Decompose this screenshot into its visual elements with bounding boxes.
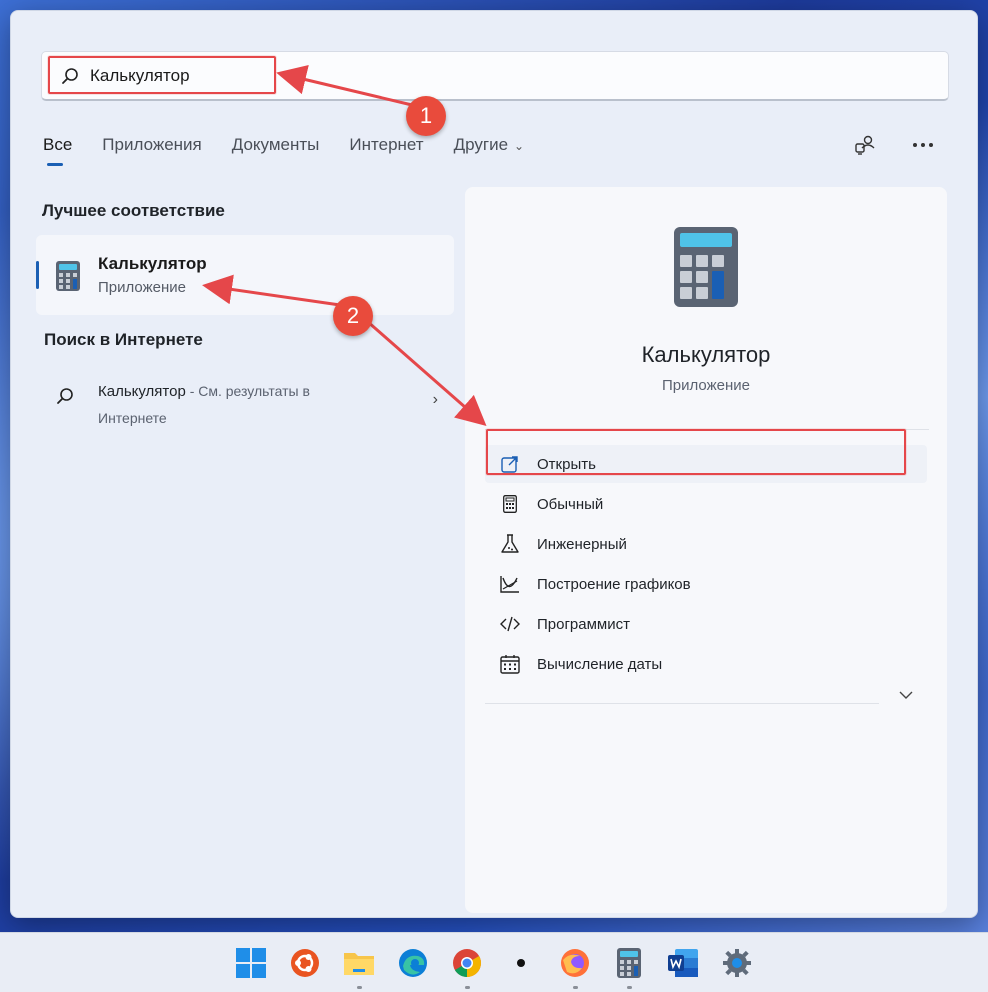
action-programmer[interactable]: Программист (485, 605, 927, 643)
action-label: Вычисление даты (537, 655, 663, 673)
divider (485, 703, 879, 704)
result-type: Приложение (98, 279, 186, 296)
tab-internet[interactable]: Интернет (349, 135, 423, 165)
chevron-right-icon: › (432, 391, 438, 408)
code-icon (499, 613, 521, 635)
tab-label: Другие (453, 135, 509, 154)
windows-start-icon[interactable] (224, 935, 278, 991)
best-match-result[interactable]: Калькулятор Приложение (36, 235, 454, 315)
firefox-icon[interactable] (548, 935, 602, 991)
search-window: Калькулятор Все Приложения Документы Инт… (10, 10, 978, 918)
action-label: Инженерный (537, 535, 627, 553)
web-search-heading: Поиск в Интернете (44, 330, 203, 349)
annotation-box-search (48, 56, 276, 94)
detail-title: Калькулятор (641, 342, 771, 367)
chevron-down-icon: ⌄ (514, 139, 525, 153)
tab-label: Все (43, 135, 73, 154)
settings-icon[interactable] (710, 935, 764, 991)
account-switch-button[interactable] (851, 131, 879, 159)
edge-icon[interactable] (386, 935, 440, 991)
action-label: Построение графиков (537, 575, 691, 593)
action-label: Обычный (537, 495, 604, 513)
web-suffix-line2: Интернете (98, 410, 167, 426)
result-name: Калькулятор (98, 254, 207, 273)
tab-apps[interactable]: Приложения (102, 135, 201, 165)
running-indicator (464, 985, 470, 989)
detail-subtitle: Приложение (662, 377, 750, 394)
tab-documents[interactable]: Документы (232, 135, 320, 165)
ubuntu-icon[interactable] (278, 935, 332, 991)
flask-icon (499, 533, 521, 555)
web-search-result[interactable]: Калькулятор - См. результаты в Интернете… (36, 363, 454, 426)
running-indicator (572, 985, 578, 989)
action-label: Программист (537, 615, 630, 633)
web-query: Калькулятор (98, 383, 186, 400)
action-standard[interactable]: Обычный (485, 485, 927, 523)
calendar-icon (499, 653, 521, 675)
file-explorer-icon[interactable] (332, 935, 386, 991)
taskbar (0, 932, 988, 992)
chrome-icon[interactable] (440, 935, 494, 991)
tab-label: Интернет (349, 135, 424, 154)
calculator-icon (499, 493, 521, 515)
word-icon[interactable] (656, 935, 710, 991)
web-suffix: - См. результаты в (185, 383, 310, 399)
ellipsis-icon (913, 143, 933, 147)
web-result-text: Калькулятор - См. результаты в Интернете (98, 378, 368, 432)
selection-indicator (36, 261, 39, 289)
best-match-heading: Лучшее соответствие (42, 201, 225, 220)
top-actions (851, 131, 937, 159)
search-icon (56, 387, 74, 410)
dot-app-icon[interactable] (494, 935, 548, 991)
people-icon (855, 135, 875, 155)
action-scientific[interactable]: Инженерный (485, 525, 927, 563)
calculator-large-icon (674, 227, 738, 312)
annotation-box-open (486, 429, 906, 475)
graph-icon (499, 573, 521, 595)
tab-other[interactable]: Другие ⌄ (454, 135, 525, 165)
running-indicator (626, 985, 632, 989)
expand-actions-button[interactable] (899, 687, 913, 705)
annotation-badge-1: 1 (406, 96, 446, 136)
filter-tabs: Все Приложения Документы Интернет Другие… (43, 135, 554, 166)
action-graphing[interactable]: Построение графиков (485, 565, 927, 603)
tab-label: Приложения (102, 135, 202, 154)
calculator-icon (56, 261, 80, 296)
action-date-calculation[interactable]: Вычисление даты (485, 645, 927, 683)
calculator-icon[interactable] (602, 935, 656, 991)
detail-panel: Калькулятор Приложение Открыть Обычный И… (465, 187, 947, 913)
tab-label: Документы (231, 135, 320, 154)
chevron-down-icon (899, 691, 913, 699)
running-indicator (356, 985, 362, 989)
tab-all[interactable]: Все (43, 135, 73, 166)
more-options-button[interactable] (909, 131, 937, 159)
annotation-badge-2: 2 (333, 296, 373, 336)
